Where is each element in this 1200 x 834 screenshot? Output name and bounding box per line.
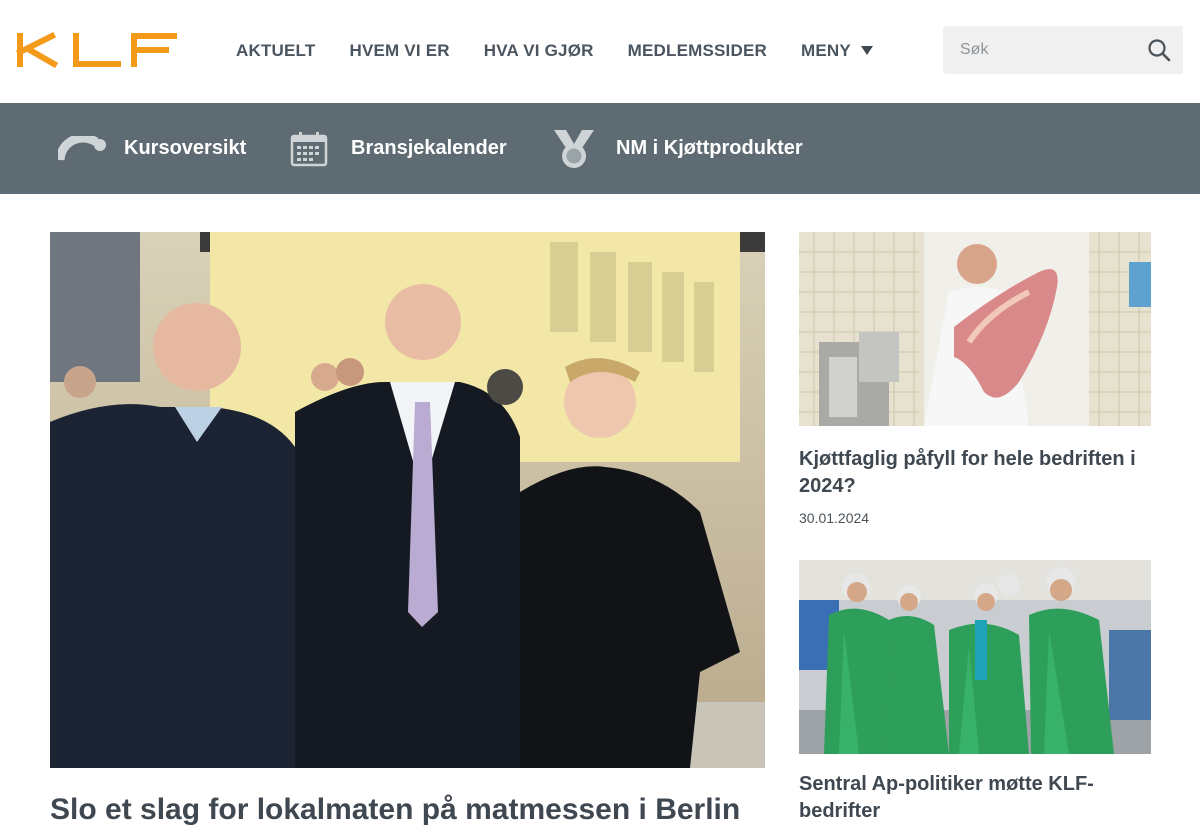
nav-item-hvem-vi-er[interactable]: HVEM VI ER bbox=[349, 41, 449, 61]
quicklink-kursoversikt[interactable]: Kursoversikt bbox=[58, 103, 246, 194]
side-article-image[interactable] bbox=[799, 232, 1151, 426]
quicklink-bransjekalender[interactable]: Bransjekalender bbox=[290, 103, 507, 194]
nav-item-aktuelt[interactable]: AKTUELT bbox=[236, 41, 315, 61]
side-article-title[interactable]: Sentral Ap-politiker møtte KLF-bedrifter bbox=[799, 771, 1159, 825]
quicklink-label: NM i Kjøttprodukter bbox=[616, 137, 803, 159]
klf-logo[interactable] bbox=[16, 32, 178, 68]
course-icon bbox=[58, 135, 108, 162]
nav-item-meny[interactable]: MENY bbox=[801, 41, 851, 61]
site-header: AKTUELT HVEM VI ER HVA VI GJØR MEDLEMSSI… bbox=[0, 0, 1200, 103]
main-article-image[interactable] bbox=[50, 232, 765, 768]
calendar-icon bbox=[290, 131, 328, 167]
quicklink-label: Kursoversikt bbox=[124, 137, 247, 159]
caret-down-icon[interactable] bbox=[860, 46, 873, 56]
quicklink-label: Bransjekalender bbox=[351, 137, 507, 159]
main-nav: AKTUELT HVEM VI ER HVA VI GJØR MEDLEMSSI… bbox=[236, 40, 873, 62]
search-icon[interactable] bbox=[1147, 38, 1171, 62]
side-article-date: 30.01.2024 bbox=[799, 510, 870, 526]
nav-item-medlemssider[interactable]: MEDLEMSSIDER bbox=[628, 41, 767, 61]
side-article-title[interactable]: Kjøttfaglig påfyll for hele bedriften i … bbox=[799, 446, 1159, 500]
search-box bbox=[943, 26, 1183, 74]
search-input[interactable] bbox=[943, 26, 1143, 74]
quicklink-nm-kjottprodukter[interactable]: NM i Kjøttprodukter bbox=[552, 103, 803, 194]
side-article-image[interactable] bbox=[799, 560, 1151, 754]
medal-icon bbox=[552, 128, 596, 170]
main-article-title[interactable]: Slo et slag for lokalmaten på matmessen … bbox=[50, 791, 780, 829]
quicklinks-bar: Kursoversikt Bransjekalender NM i Kjøttp… bbox=[0, 103, 1200, 194]
nav-item-hva-vi-gjor[interactable]: HVA VI GJØR bbox=[484, 41, 594, 61]
